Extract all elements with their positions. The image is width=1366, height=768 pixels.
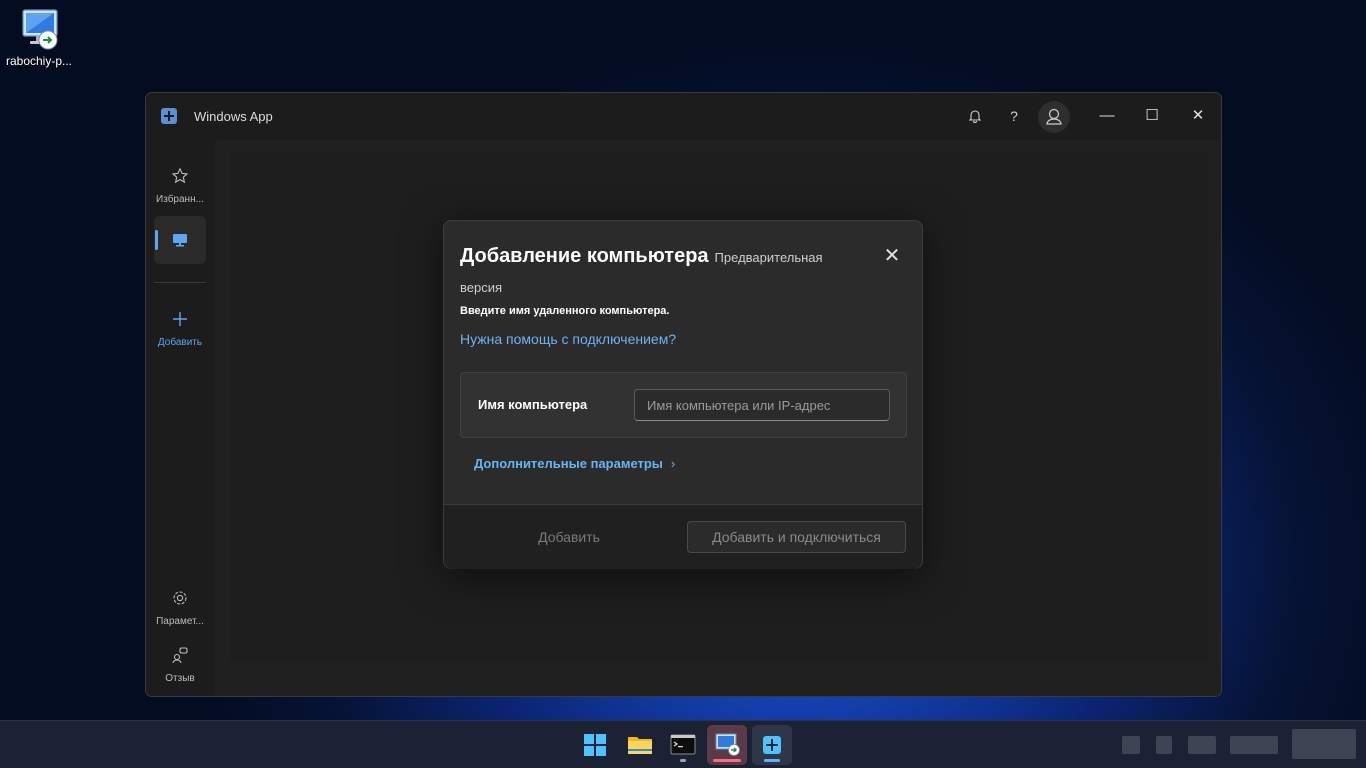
dialog-title-text: Добавление компьютера xyxy=(460,245,709,267)
tray-clock[interactable] xyxy=(1292,729,1356,759)
help-icon: ? xyxy=(1010,108,1018,124)
plus-icon xyxy=(173,312,187,326)
user-avatar-icon xyxy=(1046,108,1062,125)
desktop-shortcut-rdp[interactable]: rabochiy-p... xyxy=(2,4,76,68)
account-button[interactable] xyxy=(1038,101,1070,133)
taskbar-file-explorer[interactable] xyxy=(620,725,660,765)
tray-icon[interactable] xyxy=(1122,736,1140,754)
windows-app-logo-icon xyxy=(161,108,177,124)
sidebar-item-add[interactable]: Добавить xyxy=(150,310,210,348)
tray-icon[interactable] xyxy=(1230,736,1278,754)
pc-name-label: Имя компьютера xyxy=(478,397,588,412)
taskbar-start-button[interactable] xyxy=(575,725,615,765)
window-title: Windows App xyxy=(194,109,273,124)
add-pc-dialog: Добавление компьютера Предварительная вер… xyxy=(443,220,923,569)
tray-icon[interactable] xyxy=(1156,736,1172,754)
sidebar-divider xyxy=(154,282,206,283)
chevron-right-icon: › xyxy=(670,456,676,471)
pc-name-card: Имя компьютера xyxy=(460,372,907,438)
bell-icon xyxy=(968,110,982,123)
maximize-icon: ☐ xyxy=(1145,107,1159,124)
desktop-shortcut-label: rabochiy-p... xyxy=(5,54,73,68)
close-icon: ✕ xyxy=(883,245,901,267)
minimize-button[interactable]: — xyxy=(1085,101,1129,131)
sidebar-item-label: Избранн... xyxy=(156,194,204,205)
sidebar-item-label: Парамет... xyxy=(156,616,204,627)
gear-icon xyxy=(173,591,187,605)
taskbar-remote-desktop[interactable] xyxy=(707,725,747,765)
dialog-close-button[interactable]: ✕ xyxy=(877,241,907,271)
file-explorer-icon xyxy=(628,737,652,754)
active-indicator xyxy=(764,759,780,762)
sidebar-item-label: Отзыв xyxy=(165,673,195,684)
sidebar: Избранн... Добавить Парамет... Отзыв xyxy=(146,139,214,696)
star-icon xyxy=(171,167,189,184)
pc-name-input[interactable] xyxy=(634,389,890,421)
notifications-button[interactable] xyxy=(960,101,990,131)
sidebar-item-settings[interactable]: Парамет... xyxy=(150,589,210,627)
sidebar-item-feedback[interactable]: Отзыв xyxy=(150,646,210,684)
advanced-settings-link[interactable]: Дополнительные параметры › xyxy=(474,456,675,471)
windows-start-icon xyxy=(584,734,606,756)
help-button[interactable]: ? xyxy=(999,101,1029,131)
add-button[interactable]: Добавить xyxy=(460,521,678,553)
taskbar-windows-app[interactable] xyxy=(752,725,792,765)
taskbar xyxy=(0,720,1366,768)
maximize-button[interactable]: ☐ xyxy=(1130,101,1174,131)
minimize-icon: — xyxy=(1099,107,1115,124)
sidebar-item-devices-icon-wrap xyxy=(150,231,210,254)
dialog-title: Добавление компьютера Предварительная вер… xyxy=(460,241,860,303)
feedback-icon xyxy=(172,647,188,664)
monitor-icon xyxy=(173,234,187,247)
advanced-settings-label: Дополнительные параметры xyxy=(474,456,663,471)
help-connect-link[interactable]: Нужна помощь с подключением? xyxy=(460,331,676,347)
dialog-footer: Добавить Добавить и подключиться xyxy=(444,504,922,569)
dialog-description: Введите имя удаленного компьютера. xyxy=(460,305,670,317)
running-indicator xyxy=(713,759,741,762)
sidebar-item-label: Добавить xyxy=(157,337,203,348)
taskbar-terminal[interactable] xyxy=(663,725,703,765)
close-window-button[interactable]: ✕ xyxy=(1176,101,1220,131)
title-bar: Windows App ? — ☐ ✕ xyxy=(146,93,1221,139)
running-indicator xyxy=(680,759,686,762)
remote-desktop-file-icon xyxy=(16,6,62,52)
close-icon: ✕ xyxy=(1191,107,1205,124)
sidebar-item-favorites[interactable]: Избранн... xyxy=(150,167,210,205)
tray-icon[interactable] xyxy=(1188,736,1216,754)
add-and-connect-button[interactable]: Добавить и подключиться xyxy=(687,521,906,553)
